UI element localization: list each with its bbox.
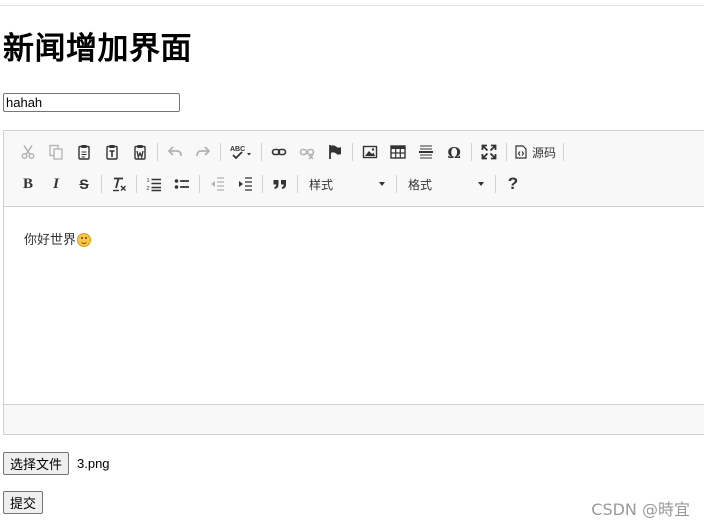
anchor-flag-icon[interactable]	[321, 140, 349, 164]
maximize-icon[interactable]	[475, 140, 503, 164]
toolbar-separator	[157, 143, 158, 161]
strikethrough-icon: S	[79, 176, 89, 192]
toolbar-separator	[471, 143, 472, 161]
horizontal-rule-icon[interactable]	[412, 140, 440, 164]
table-icon[interactable]	[384, 140, 412, 164]
rich-text-editor: ABC Ω 源码 B I S 1 2 样式 格式 ? 你好世界	[3, 130, 704, 435]
svg-text:2: 2	[147, 186, 150, 192]
toolbar-row-2: B I S 12 样式 格式 ?	[14, 171, 527, 197]
svg-text:1: 1	[147, 178, 150, 184]
decrease-indent-icon[interactable]	[203, 172, 231, 196]
top-divider	[0, 5, 704, 6]
editor-content-text: 你好世界	[24, 232, 77, 247]
bold-icon: B	[22, 175, 33, 192]
bold-button[interactable]: B	[14, 172, 42, 196]
toolbar-separator	[563, 143, 565, 161]
news-title-input[interactable]	[3, 93, 180, 112]
undo-icon[interactable]	[161, 140, 189, 164]
blockquote-icon[interactable]	[266, 172, 294, 196]
paste-text-icon[interactable]	[98, 140, 126, 164]
format-dropdown[interactable]: 格式	[402, 173, 490, 195]
toolbar-separator	[396, 175, 397, 193]
source-code-icon	[515, 145, 527, 159]
chevron-down-icon	[379, 182, 385, 186]
toolbar-row-1: ABC Ω 源码	[14, 139, 567, 165]
toolbar-separator	[495, 175, 496, 193]
toolbar-separator	[261, 143, 262, 161]
copy-icon[interactable]	[42, 140, 70, 164]
toolbar-separator	[101, 175, 102, 193]
format-dropdown-label: 格式	[408, 177, 433, 192]
italic-icon: I	[53, 175, 59, 192]
source-code-button[interactable]: 源码	[510, 140, 560, 164]
styles-dropdown-label: 样式	[309, 177, 334, 192]
toolbar-separator	[297, 175, 298, 193]
spellcheck-icon[interactable]: ABC	[224, 140, 258, 164]
selected-file-name: 3.png	[77, 456, 110, 471]
cut-icon[interactable]	[14, 140, 42, 164]
italic-button[interactable]: I	[42, 172, 70, 196]
paste-word-icon[interactable]	[126, 140, 154, 164]
svg-text:ABC: ABC	[230, 146, 245, 153]
toolbar-separator	[199, 175, 200, 193]
submit-button[interactable]: 提交	[3, 491, 44, 514]
paste-icon[interactable]	[70, 140, 98, 164]
editor-content-area[interactable]: 你好世界	[4, 206, 704, 406]
choose-file-button[interactable]: 选择文件	[3, 452, 70, 475]
help-button[interactable]: ?	[499, 172, 527, 196]
numbered-list-icon[interactable]: 12	[140, 172, 168, 196]
toolbar-separator	[506, 143, 507, 161]
toolbar-separator	[136, 175, 137, 193]
svg-text:Ω: Ω	[448, 144, 461, 160]
help-icon: ?	[507, 174, 519, 193]
bulleted-list-icon[interactable]	[168, 172, 196, 196]
editor-status-bar	[4, 404, 704, 434]
link-icon[interactable]	[265, 140, 293, 164]
unlink-icon[interactable]	[293, 140, 321, 164]
toolbar-separator	[220, 143, 221, 161]
page-title: 新闻增加界面	[3, 31, 192, 67]
redo-icon[interactable]	[189, 140, 217, 164]
watermark: CSDN @時宜	[591, 500, 690, 519]
toolbar-separator	[262, 175, 263, 193]
styles-dropdown[interactable]: 样式	[303, 173, 391, 195]
source-code-label: 源码	[532, 145, 557, 160]
remove-format-icon[interactable]	[105, 172, 133, 196]
editor-toolbar: ABC Ω 源码 B I S 1 2 样式 格式 ?	[4, 131, 704, 207]
image-icon[interactable]	[356, 140, 384, 164]
toolbar-separator	[352, 143, 353, 161]
smiley-emoji-icon	[77, 233, 92, 247]
chevron-down-icon	[478, 182, 484, 186]
special-char-omega-icon[interactable]: Ω	[440, 140, 468, 164]
increase-indent-icon[interactable]	[231, 172, 259, 196]
strikethrough-button[interactable]: S	[70, 172, 98, 196]
